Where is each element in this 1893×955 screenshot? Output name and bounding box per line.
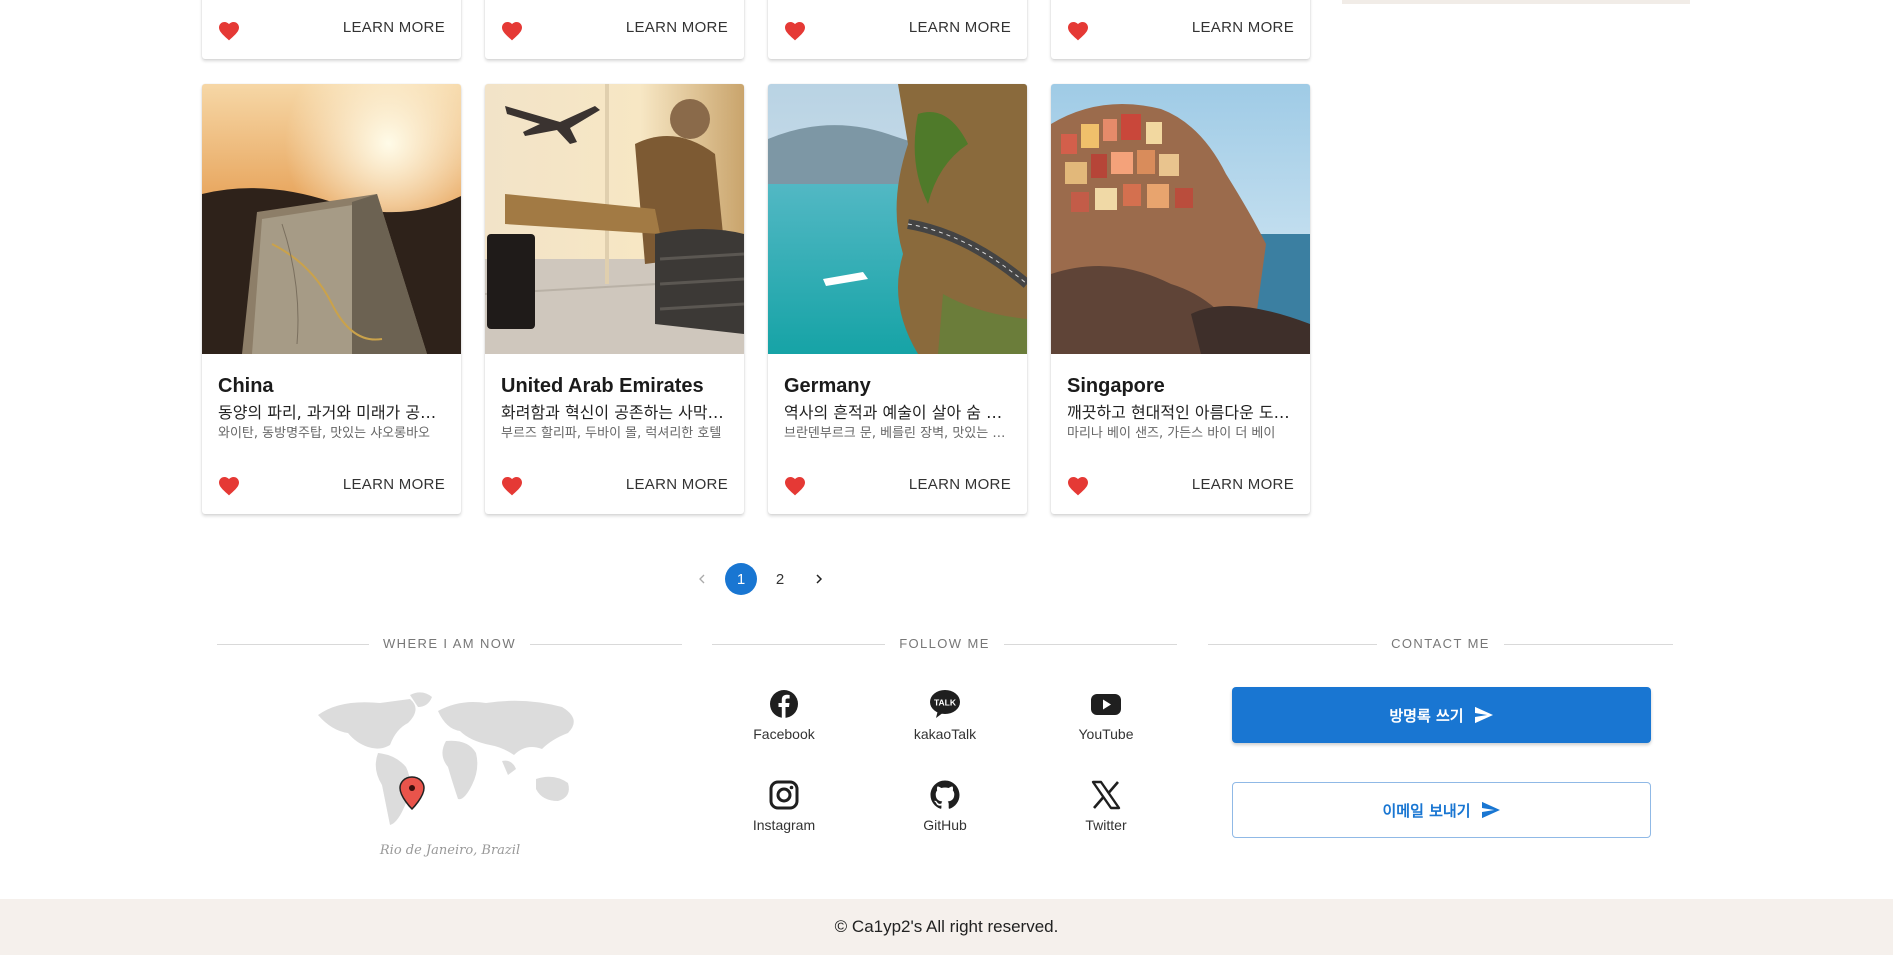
card-actions: LEARN MORE (1051, 0, 1310, 59)
social-label: Instagram (752, 817, 816, 833)
card-title: United Arab Emirates (501, 375, 704, 397)
heart-icon[interactable] (782, 474, 808, 498)
card-partial: LEARN MORE (768, 0, 1027, 59)
card-actions: LEARN MORE (485, 452, 744, 514)
next-page-button[interactable] (803, 563, 835, 595)
learn-more-button[interactable]: LEARN MORE (343, 19, 445, 36)
destination-card: China 동양의 파리, 과거와 미래가 공존하는 도시 와이탄, 동방명주탑… (202, 84, 461, 514)
card-description: 와이탄, 동방명주탑, 맛있는 샤오롱바오 (218, 426, 431, 441)
card-subtitle: 화려함과 혁신이 공존하는 사막의 도시 (501, 403, 725, 422)
card-title: China (218, 375, 274, 397)
copyright-text: © Ca1yp2's All right reserved. (834, 917, 1059, 936)
airport-traveler-photo[interactable] (485, 84, 744, 354)
learn-more-button[interactable]: LEARN MORE (1192, 476, 1294, 493)
chevron-right-icon (816, 574, 823, 584)
youtube-icon (1091, 694, 1121, 715)
card-actions: LEARN MORE (768, 452, 1027, 514)
contact-section-heading: CONTACT ME (1208, 636, 1673, 652)
map-on-dashboard-photo[interactable] (202, 84, 461, 354)
social-label: Facebook (753, 726, 815, 742)
social-link-instagram[interactable]: Instagram (739, 779, 829, 833)
card-partial: LEARN MORE (1051, 0, 1310, 59)
card-actions: LEARN MORE (768, 0, 1027, 59)
social-link-youtube[interactable]: YouTube (1061, 688, 1151, 742)
destination-card: Germany 역사의 흔적과 예술이 살아 숨 쉬는 나라 브란덴부르크 문,… (768, 84, 1027, 514)
follow-title: FOLLOW ME (885, 636, 1004, 651)
social-label: Twitter (1085, 817, 1127, 833)
copyright-bar: © Ca1yp2's All right reserved. (0, 899, 1893, 955)
send-icon (1474, 706, 1493, 724)
social-label: kakaoTalk (913, 726, 977, 742)
card-partial: LEARN MORE (202, 0, 461, 59)
where-title: WHERE I AM NOW (369, 636, 530, 651)
heart-icon[interactable] (216, 474, 242, 498)
guestbook-button-label: 방명록 쓰기 (1389, 706, 1464, 725)
card-description: 부르즈 할리파, 두바이 몰, 럭셔리한 호텔 (501, 426, 722, 441)
learn-more-button[interactable]: LEARN MORE (626, 476, 728, 493)
social-link-twitter[interactable]: Twitter (1061, 779, 1151, 833)
heart-icon[interactable] (216, 19, 242, 43)
pagination: 1 2 (686, 563, 842, 595)
card-subtitle: 역사의 흔적과 예술이 살아 숨 쉬는 나라 (784, 403, 1008, 422)
card-actions: LEARN MORE (202, 0, 461, 59)
destination-card: United Arab Emirates 화려함과 혁신이 공존하는 사막의 도… (485, 84, 744, 514)
sidebar-panel-edge (1342, 0, 1690, 4)
follow-section-heading: FOLLOW ME (712, 636, 1177, 652)
card-actions: LEARN MORE (485, 0, 744, 59)
world-map (318, 692, 574, 825)
where-section-heading: WHERE I AM NOW (217, 636, 682, 652)
guestbook-button[interactable]: 방명록 쓰기 (1232, 687, 1651, 743)
card-title: Singapore (1067, 375, 1165, 397)
card-subtitle: 동양의 파리, 과거와 미래가 공존하는 도시 (218, 403, 442, 422)
card-description: 마리나 베이 샌즈, 가든스 바이 더 베이 (1067, 426, 1276, 441)
social-label: YouTube (1078, 726, 1134, 742)
social-label: GitHub (923, 817, 967, 833)
svg-text:TALK: TALK (934, 698, 957, 708)
cliffside-village-photo[interactable] (1051, 84, 1310, 354)
social-link-kakaotalk[interactable]: TALK kakaoTalk (900, 688, 990, 742)
page-button-1[interactable]: 1 (725, 563, 757, 595)
send-email-button-label: 이메일 보내기 (1382, 801, 1471, 820)
learn-more-button[interactable]: LEARN MORE (343, 476, 445, 493)
github-icon (930, 780, 960, 809)
card-partial: LEARN MORE (485, 0, 744, 59)
learn-more-button[interactable]: LEARN MORE (909, 476, 1011, 493)
destination-card: Singapore 깨끗하고 현대적인 아름다운 도시 국가 마리나 베이 샌즈… (1051, 84, 1310, 514)
heart-icon[interactable] (782, 19, 808, 43)
card-actions: LEARN MORE (202, 452, 461, 514)
social-link-github[interactable]: GitHub (900, 779, 990, 833)
chevron-left-icon (699, 574, 705, 584)
learn-more-button[interactable]: LEARN MORE (1192, 19, 1294, 36)
card-subtitle: 깨끗하고 현대적인 아름다운 도시 국가 (1067, 403, 1291, 422)
heart-icon[interactable] (1065, 19, 1091, 43)
facebook-icon (770, 690, 798, 718)
learn-more-button[interactable]: LEARN MORE (909, 19, 1011, 36)
contact-title: CONTACT ME (1377, 636, 1504, 651)
card-actions: LEARN MORE (1051, 452, 1310, 514)
heart-icon[interactable] (1065, 474, 1091, 498)
learn-more-button[interactable]: LEARN MORE (626, 19, 728, 36)
current-location: Rio de Janeiro, Brazil (379, 843, 521, 858)
page-button-2[interactable]: 2 (764, 563, 796, 595)
coastal-road-photo[interactable] (768, 84, 1027, 354)
instagram-icon (769, 780, 799, 810)
heart-icon[interactable] (499, 474, 525, 498)
card-title: Germany (784, 375, 871, 397)
send-icon (1481, 801, 1500, 819)
kakaotalk-icon: TALK (930, 690, 960, 718)
card-description: 브란덴부르크 문, 베를린 장벽, 맛있는 맥주 (784, 426, 1008, 441)
social-link-facebook[interactable]: Facebook (739, 688, 829, 742)
heart-icon[interactable] (499, 19, 525, 43)
previous-page-button[interactable] (686, 563, 718, 595)
send-email-button[interactable]: 이메일 보내기 (1232, 782, 1651, 838)
x-twitter-icon (1091, 780, 1121, 810)
